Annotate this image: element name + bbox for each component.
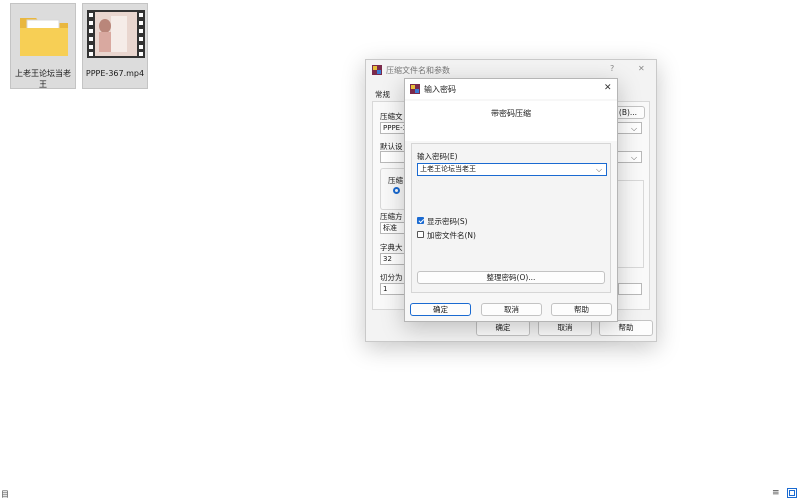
method-value: 标准 — [383, 224, 397, 232]
close-icon[interactable]: ✕ — [604, 83, 612, 93]
dictionary-value: 32 — [383, 255, 392, 263]
cancel-button[interactable]: 取消 — [538, 320, 592, 336]
split-value: 1 — [383, 285, 388, 293]
grid-view-icon[interactable] — [787, 488, 797, 498]
winrar-icon — [372, 65, 382, 75]
heading-band — [405, 101, 617, 141]
encrypt-filenames-label: 加密文件名(N) — [427, 231, 476, 240]
help-button[interactable]: 帮助 — [599, 320, 653, 336]
list-view-icon[interactable]: ≡ — [772, 488, 780, 498]
desktop-item-label: PPPE-367.mp4 — [85, 69, 145, 78]
password-input[interactable]: 上老王论坛当老王 — [417, 163, 607, 176]
help-button[interactable]: 帮助 — [551, 303, 612, 316]
password-value: 上老王论坛当老王 — [420, 165, 476, 173]
password-label: 输入密码(E) — [417, 152, 458, 161]
password-dialog-title: 输入密码 — [424, 85, 456, 94]
ok-button[interactable]: 确定 — [476, 320, 530, 336]
desktop-item-label: 上老王论坛当老王 — [15, 69, 71, 89]
help-title-button[interactable]: ? — [610, 64, 614, 73]
folder-icon — [20, 18, 68, 56]
desktop-item-folder[interactable]: 上老王论坛当老王 — [10, 3, 76, 89]
cancel-button[interactable]: 取消 — [481, 303, 542, 316]
format-label: 压缩 — [388, 176, 403, 185]
show-password-label: 显示密码(S) — [427, 217, 468, 226]
encrypt-filenames-checkbox[interactable] — [417, 231, 424, 238]
organize-passwords-button[interactable]: 整理密码(O)... — [417, 271, 605, 284]
chevron-down-icon[interactable]: ⌵ — [596, 165, 602, 175]
close-icon[interactable]: ✕ — [638, 64, 645, 73]
method-label: 压缩方 — [380, 212, 403, 221]
show-password-checkbox[interactable] — [417, 217, 424, 224]
password-heading: 带密码压缩 — [491, 109, 531, 118]
chevron-down-icon[interactable]: ⌵ — [631, 153, 637, 163]
archive-name-label: 压缩文 — [380, 112, 403, 121]
status-bar-glyph: 目 — [1, 490, 9, 499]
archive-dialog-title: 压缩文件名和参数 — [386, 66, 450, 75]
chevron-down-icon[interactable]: ⌵ — [631, 124, 637, 134]
format-radio-rar[interactable] — [393, 187, 400, 194]
tab-general[interactable]: 常规 — [375, 89, 390, 100]
winrar-icon — [410, 84, 420, 94]
split-label: 切分为 — [380, 273, 403, 282]
video-file-icon — [87, 10, 145, 58]
dictionary-label: 字典大 — [380, 243, 403, 252]
extra-field[interactable] — [618, 283, 642, 295]
ok-button[interactable]: 确定 — [410, 303, 471, 316]
desktop-item-video[interactable]: PPPE-367.mp4 — [82, 3, 148, 89]
password-dialog: 输入密码 ✕ 带密码压缩 输入密码(E) 上老王论坛当老王 ⌵ 显示密码(S) … — [404, 78, 618, 322]
grid-view-icon-inner — [789, 490, 795, 496]
